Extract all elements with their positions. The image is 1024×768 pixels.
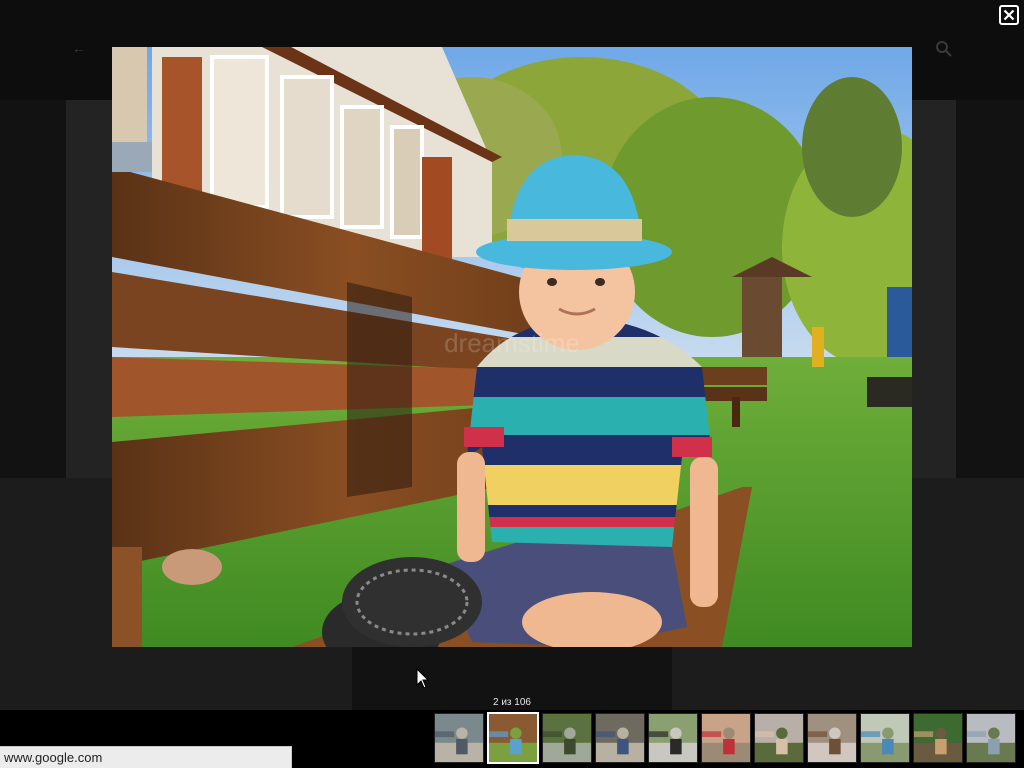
photo-icon	[967, 714, 1015, 762]
thumbnail[interactable]	[542, 713, 592, 763]
image-counter: 2 из 106	[493, 697, 531, 708]
thumbnail-strip	[434, 712, 1016, 765]
thumbnail[interactable]	[434, 713, 484, 763]
photo-icon: dreamstime	[112, 47, 912, 647]
dimmed-panel	[0, 100, 66, 478]
photo-icon	[914, 714, 962, 762]
photo-icon	[755, 714, 803, 762]
photo-icon	[435, 714, 483, 762]
dimmed-panel	[956, 100, 1024, 478]
photo-icon	[489, 714, 537, 762]
back-arrow-icon: ←	[72, 40, 86, 56]
watermark-text: dreamstime	[444, 328, 580, 358]
photo-icon	[543, 714, 591, 762]
thumbnail[interactable]	[860, 713, 910, 763]
thumbnail[interactable]	[807, 713, 857, 763]
photo-icon	[596, 714, 644, 762]
photo-icon	[702, 714, 750, 762]
close-button[interactable]	[999, 5, 1019, 25]
photo-icon	[861, 714, 909, 762]
close-icon	[1003, 9, 1015, 21]
thumbnail-active[interactable]	[487, 712, 539, 764]
thumbnail[interactable]	[754, 713, 804, 763]
mouse-cursor-icon	[416, 668, 430, 689]
photo-icon	[649, 714, 697, 762]
photo-icon	[808, 714, 856, 762]
status-bar-url: www.google.com	[0, 746, 292, 768]
dimmed-panel	[910, 100, 956, 478]
dimmed-panel	[66, 100, 114, 478]
lightbox-page: ← dreamstime 2 из 106 www.google.com	[0, 0, 1024, 768]
search-icon	[936, 41, 952, 57]
thumbnail[interactable]	[913, 713, 963, 763]
thumbnail[interactable]	[595, 713, 645, 763]
main-image[interactable]: dreamstime	[112, 47, 912, 647]
thumbnail[interactable]	[648, 713, 698, 763]
thumbnail[interactable]	[966, 713, 1016, 763]
thumbnail[interactable]	[701, 713, 751, 763]
